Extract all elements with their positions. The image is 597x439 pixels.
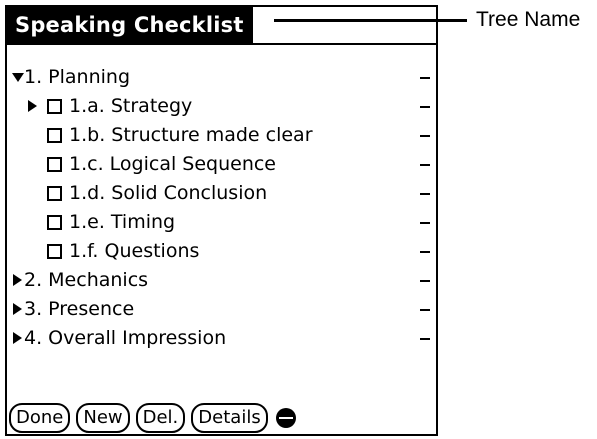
- collapse-dash-icon[interactable]: [420, 106, 430, 108]
- tree-row-content: 1.a. Strategy: [7, 92, 192, 121]
- tree-row-content: 1. Planning: [7, 63, 130, 92]
- collapse-dash-icon[interactable]: [420, 77, 430, 79]
- tree-row-content: 1.d. Solid Conclusion: [7, 179, 267, 208]
- tree-row[interactable]: 2. Mechanics: [7, 266, 436, 295]
- tree-row[interactable]: 1.b. Structure made clear: [7, 121, 436, 150]
- tree-item-label: 1.f. Questions: [69, 240, 200, 262]
- palm-screen: Speaking Checklist 1. Planning 1.a. Strat…: [5, 5, 438, 436]
- tree-row[interactable]: 1.a. Strategy: [7, 92, 436, 121]
- tree-list: 1. Planning 1.a. Strategy 1.b. Structure m…: [7, 63, 436, 353]
- item-checkbox[interactable]: [47, 99, 62, 114]
- collapse-dash-icon[interactable]: [420, 222, 430, 224]
- collapse-dash-icon[interactable]: [420, 309, 430, 311]
- minus-circle-icon[interactable]: [275, 408, 296, 428]
- collapse-dash-icon[interactable]: [420, 164, 430, 166]
- tree-row[interactable]: 3. Presence: [7, 295, 436, 324]
- tree-item-label: 1.a. Strategy: [69, 95, 193, 117]
- tree-item-label: 4. Overall Impression: [24, 327, 227, 349]
- expand-triangle-right-icon[interactable]: [10, 295, 24, 324]
- collapse-dash-icon[interactable]: [420, 193, 430, 195]
- tree-row-content: 1.b. Structure made clear: [7, 121, 313, 150]
- tree-item-label: 3. Presence: [24, 298, 135, 320]
- expand-triangle-right-icon[interactable]: [10, 266, 24, 295]
- tree-row[interactable]: 1.c. Logical Sequence: [7, 150, 436, 179]
- collapse-dash-icon[interactable]: [420, 251, 430, 253]
- tree-item-label: 2. Mechanics: [24, 269, 149, 291]
- tree-row[interactable]: 1. Planning: [7, 63, 436, 92]
- item-checkbox[interactable]: [47, 128, 62, 143]
- delete-button[interactable]: Del.: [135, 403, 186, 433]
- tree-row-content: 2. Mechanics: [7, 266, 148, 295]
- details-button[interactable]: Details: [191, 403, 268, 433]
- collapse-dash-icon[interactable]: [420, 135, 430, 137]
- tree-row[interactable]: 1.f. Questions: [7, 237, 436, 266]
- done-button[interactable]: Done: [9, 403, 71, 433]
- callout-leader-line: [274, 19, 467, 22]
- item-checkbox[interactable]: [47, 244, 62, 259]
- tree-item-label: 1.e. Timing: [69, 211, 176, 233]
- expand-triangle-down-icon[interactable]: [10, 63, 24, 92]
- expand-triangle-right-icon[interactable]: [25, 92, 39, 121]
- collapse-dash-icon[interactable]: [420, 280, 430, 282]
- item-checkbox[interactable]: [47, 186, 62, 201]
- tree-row-content: 3. Presence: [7, 295, 134, 324]
- tree-row-content: 1.e. Timing: [7, 208, 175, 237]
- tree-item-label: 1. Planning: [24, 66, 131, 88]
- tree-item-label: 1.b. Structure made clear: [69, 124, 313, 146]
- callout-label: Tree Name: [476, 8, 581, 31]
- new-button[interactable]: New: [76, 403, 130, 433]
- tree-row[interactable]: 1.e. Timing: [7, 208, 436, 237]
- tree-item-label: 1.d. Solid Conclusion: [69, 182, 268, 204]
- item-checkbox[interactable]: [47, 215, 62, 230]
- tree-row[interactable]: 1.d. Solid Conclusion: [7, 179, 436, 208]
- tree-row[interactable]: 4. Overall Impression: [7, 324, 436, 353]
- expand-triangle-right-icon[interactable]: [10, 324, 24, 353]
- title-bar: Speaking Checklist: [7, 7, 436, 45]
- tree-row-content: 4. Overall Impression: [7, 324, 226, 353]
- tree-row-content: 1.f. Questions: [7, 237, 199, 266]
- tree-row-content: 1.c. Logical Sequence: [7, 150, 276, 179]
- tree-title: Speaking Checklist: [7, 7, 253, 43]
- toolbar: Done New Del. Details: [9, 402, 296, 434]
- item-checkbox[interactable]: [47, 157, 62, 172]
- tree-item-label: 1.c. Logical Sequence: [69, 153, 276, 175]
- collapse-dash-icon[interactable]: [420, 338, 430, 340]
